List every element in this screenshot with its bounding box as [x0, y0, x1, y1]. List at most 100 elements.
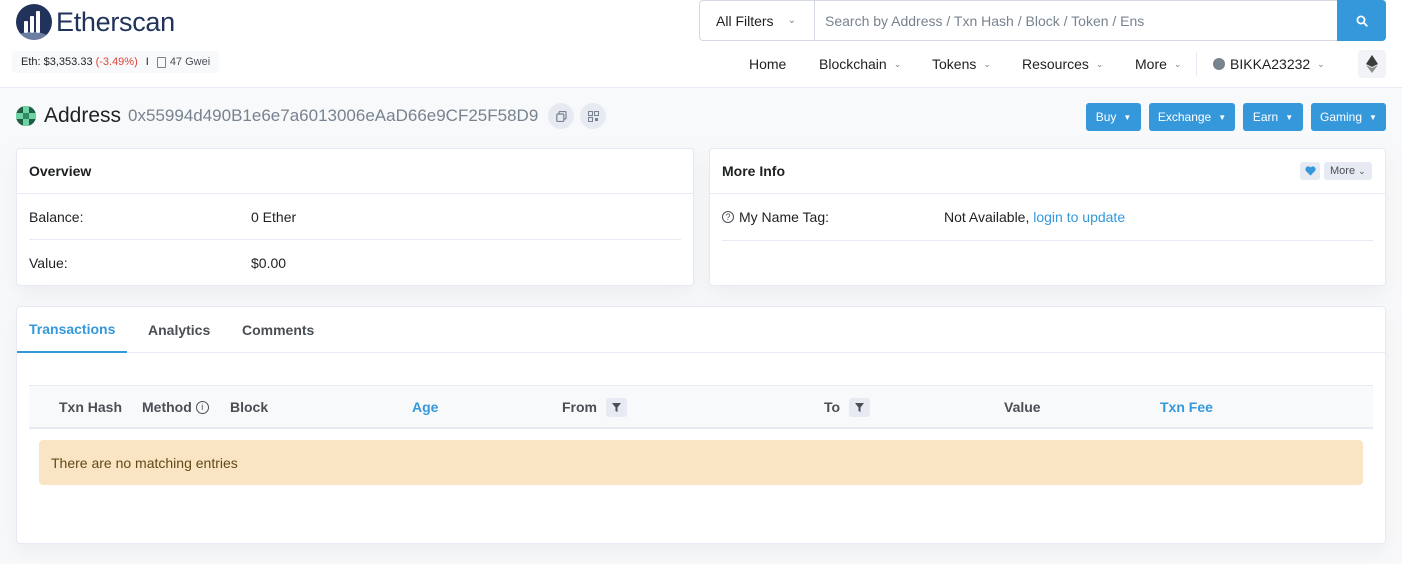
value-row: Value: $0.00: [29, 240, 681, 286]
login-to-update-link[interactable]: login to update: [1033, 209, 1125, 225]
chevron-down-icon: ⌄: [787, 15, 796, 26]
column-from-label: From: [562, 399, 597, 415]
nav-resources-label: Resources: [1022, 56, 1089, 72]
exchange-button[interactable]: Exchange ▼: [1149, 103, 1235, 131]
search-filter-label: All Filters: [716, 12, 774, 29]
from-filter-button[interactable]: [606, 397, 627, 417]
nav-user-menu[interactable]: BIKKA23232 ⌄: [1213, 56, 1325, 72]
tab-analytics[interactable]: Analytics: [148, 307, 210, 353]
chevron-down-icon: ▼: [1285, 112, 1294, 122]
price-separator: I: [145, 56, 149, 68]
chevron-down-icon: ⌄: [1317, 58, 1325, 69]
name-tag-value: Not Available,: [944, 209, 1030, 225]
qr-code-icon: [587, 110, 599, 122]
eth-price[interactable]: Eth: $3,353.33: [21, 56, 93, 68]
column-txn-fee[interactable]: Txn Fee: [1160, 386, 1213, 428]
filter-icon: [612, 402, 621, 412]
nav-tokens[interactable]: Tokens ⌄: [932, 56, 991, 72]
name-tag-label: My Name Tag:: [739, 209, 829, 225]
ethereum-icon: [1366, 55, 1378, 73]
nav-blockchain-label: Blockchain: [819, 56, 887, 72]
qr-code-button[interactable]: [580, 103, 607, 129]
address-avatar-icon: [16, 106, 36, 126]
tab-comments-label: Comments: [242, 322, 315, 338]
earn-button-label: Earn: [1252, 110, 1279, 124]
column-to: To: [824, 386, 871, 428]
nav-resources[interactable]: Resources ⌄: [1022, 56, 1103, 72]
chevron-down-icon: ▼: [1369, 112, 1377, 122]
column-block: Block: [230, 399, 269, 415]
search-filter-select[interactable]: All Filters ⌄: [700, 1, 815, 40]
page-title: Address: [44, 104, 122, 127]
network-switch-button[interactable]: [1358, 50, 1386, 78]
filter-icon: [855, 402, 865, 412]
etherscan-logo-icon: [16, 4, 52, 40]
copy-icon: [555, 110, 567, 122]
gas-price[interactable]: 47 Gwei: [170, 56, 210, 68]
tab-comments[interactable]: Comments: [242, 307, 314, 353]
overview-title: Overview: [17, 149, 693, 194]
favorite-button[interactable]: [1300, 162, 1320, 180]
logo-text: Etherscan: [56, 6, 175, 37]
transactions-table-header: Txn Hash Method i Block Age From To Valu…: [29, 385, 1373, 429]
nav-home[interactable]: Home: [749, 56, 786, 72]
name-tag-row: ? My Name Tag: Not Available, login to u…: [722, 194, 1373, 241]
chevron-down-icon: ▼: [1123, 112, 1132, 122]
address-hash: 0x55994d490B1e6e7a6013006eAaD66e9CF25F58…: [128, 106, 539, 125]
search-input[interactable]: [815, 1, 1337, 40]
column-txn-hash: Txn Hash: [59, 399, 123, 415]
nav-blockchain[interactable]: Blockchain ⌄: [819, 56, 901, 72]
to-filter-button[interactable]: [849, 397, 871, 417]
gaming-button-label: Gaming: [1320, 110, 1363, 124]
exchange-button-label: Exchange: [1157, 110, 1212, 124]
chevron-down-icon: ⌄: [1358, 165, 1366, 176]
copy-address-button[interactable]: [548, 103, 575, 129]
eth-price-box: Eth: $3,353.33 (-3.49%) I 47 Gwei: [12, 51, 220, 73]
question-circle-icon[interactable]: ?: [722, 211, 734, 223]
transactions-card: Transactions Analytics Comments Txn Hash…: [16, 306, 1386, 544]
search-button[interactable]: [1337, 0, 1386, 41]
column-method: Method i: [142, 386, 209, 428]
user-circle-icon: [1213, 58, 1225, 70]
nav-tokens-label: Tokens: [932, 56, 977, 72]
chevron-down-icon: ⌄: [983, 58, 991, 69]
more-info-header: More Info More ⌄: [710, 149, 1385, 194]
eth-price-change: (-3.49%): [95, 56, 138, 68]
more-info-more-button[interactable]: More ⌄: [1324, 162, 1372, 180]
nav-more[interactable]: More ⌄: [1135, 56, 1181, 72]
tab-transactions-label: Transactions: [29, 321, 116, 337]
gaming-button[interactable]: Gaming ▼: [1311, 103, 1386, 131]
earn-button[interactable]: Earn ▼: [1243, 103, 1303, 131]
value-amount: $0.00: [251, 255, 287, 271]
nav-home-label: Home: [749, 56, 787, 72]
info-icon[interactable]: i: [195, 400, 209, 414]
search-bar: All Filters ⌄: [699, 0, 1386, 41]
chevron-down-icon: ▼: [1218, 112, 1227, 122]
nav-more-label: More: [1135, 56, 1167, 72]
tab-transactions[interactable]: Transactions: [17, 307, 128, 353]
more-info-title: More Info: [722, 163, 785, 179]
column-method-label: Method: [142, 399, 192, 415]
site-header: Etherscan Eth: $3,353.33 (-3.49%) I 47 G…: [0, 0, 1402, 88]
chevron-down-icon: ⌄: [1095, 58, 1104, 69]
gas-pump-icon: [156, 56, 166, 68]
column-value: Value: [1004, 399, 1041, 415]
tabs-bar: Transactions Analytics Comments: [17, 307, 1385, 353]
buy-button[interactable]: Buy ▼: [1086, 103, 1141, 131]
value-label: Value:: [29, 255, 68, 271]
nav-divider: [1196, 52, 1197, 76]
balance-row: Balance: 0 Ether: [29, 194, 681, 240]
search-icon: [1356, 15, 1368, 27]
heart-icon: [1304, 166, 1316, 176]
chevron-down-icon: ⌄: [893, 58, 902, 69]
buy-button-label: Buy: [1095, 110, 1117, 124]
name-tag-value-wrap: Not Available, login to update: [944, 209, 1125, 225]
name-tag-label-wrap: ? My Name Tag:: [722, 209, 829, 225]
balance-label: Balance:: [29, 208, 84, 225]
balance-value: 0 Ether: [251, 208, 297, 225]
etherscan-logo[interactable]: Etherscan: [16, 4, 175, 40]
column-age[interactable]: Age: [412, 386, 438, 428]
column-to-label: To: [824, 399, 841, 415]
overview-card: Overview Balance: 0 Ether Value: $0.00: [16, 148, 694, 286]
more-info-card: More Info More ⌄ ? My Name Tag: Not Avai…: [709, 148, 1386, 286]
